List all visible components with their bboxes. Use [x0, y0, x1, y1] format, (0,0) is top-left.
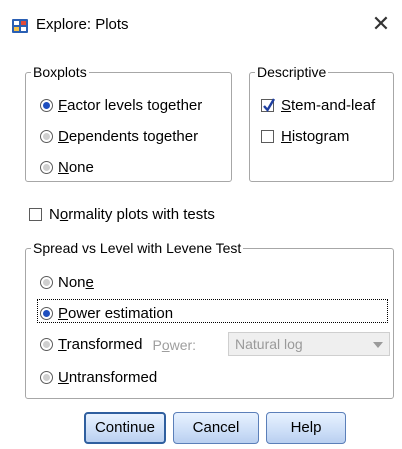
- radio-icon: [40, 338, 53, 351]
- stem-and-leaf-checkbox[interactable]: Stem-and-leaf: [261, 97, 375, 114]
- histogram-checkbox[interactable]: Histogram: [261, 128, 349, 145]
- help-button[interactable]: Help: [266, 412, 346, 444]
- radio-selected-icon: [40, 307, 53, 320]
- radio-selected-icon: [40, 99, 53, 112]
- transformed-radio[interactable]: Transformed Power:: [40, 336, 196, 353]
- close-icon: ✕: [371, 12, 391, 37]
- power-select-value: Natural log: [235, 336, 303, 352]
- checkbox-icon: [29, 208, 42, 221]
- chevron-down-icon: [373, 342, 383, 348]
- power-estimation-radio[interactable]: Power estimation: [40, 305, 173, 322]
- boxplot-factor-levels-radio[interactable]: Factor levels together: [40, 97, 202, 114]
- radio-icon: [40, 130, 53, 143]
- normality-plots-checkbox[interactable]: Normality plots with tests: [29, 206, 215, 223]
- boxplots-legend: Boxplots: [33, 64, 87, 80]
- boxplot-dependents-radio[interactable]: Dependents together: [40, 128, 198, 145]
- cancel-button[interactable]: Cancel: [173, 412, 259, 444]
- spss-app-icon: [12, 19, 28, 33]
- descriptive-group: Descriptive: [249, 64, 394, 182]
- title-bar: Explore: Plots ✕: [0, 0, 402, 50]
- power-select[interactable]: Natural log: [228, 332, 390, 356]
- dialog-body: Boxplots Factor levels together Dependen…: [0, 50, 402, 449]
- untransformed-radio[interactable]: Untransformed: [40, 369, 157, 386]
- power-label: Power:: [152, 336, 197, 353]
- radio-icon: [40, 161, 53, 174]
- continue-button[interactable]: Continue: [84, 412, 166, 444]
- spread-vs-level-legend: Spread vs Level with Levene Test: [33, 240, 242, 256]
- close-button[interactable]: ✕: [366, 10, 396, 40]
- boxplot-none-radio[interactable]: None: [40, 159, 94, 176]
- radio-icon: [40, 276, 53, 289]
- window-title: Explore: Plots: [36, 16, 129, 33]
- radio-icon: [40, 371, 53, 384]
- descriptive-legend: Descriptive: [257, 64, 327, 80]
- checkbox-icon: [261, 130, 274, 143]
- checkbox-checked-icon: [261, 98, 276, 113]
- spread-none-radio[interactable]: None: [40, 274, 94, 291]
